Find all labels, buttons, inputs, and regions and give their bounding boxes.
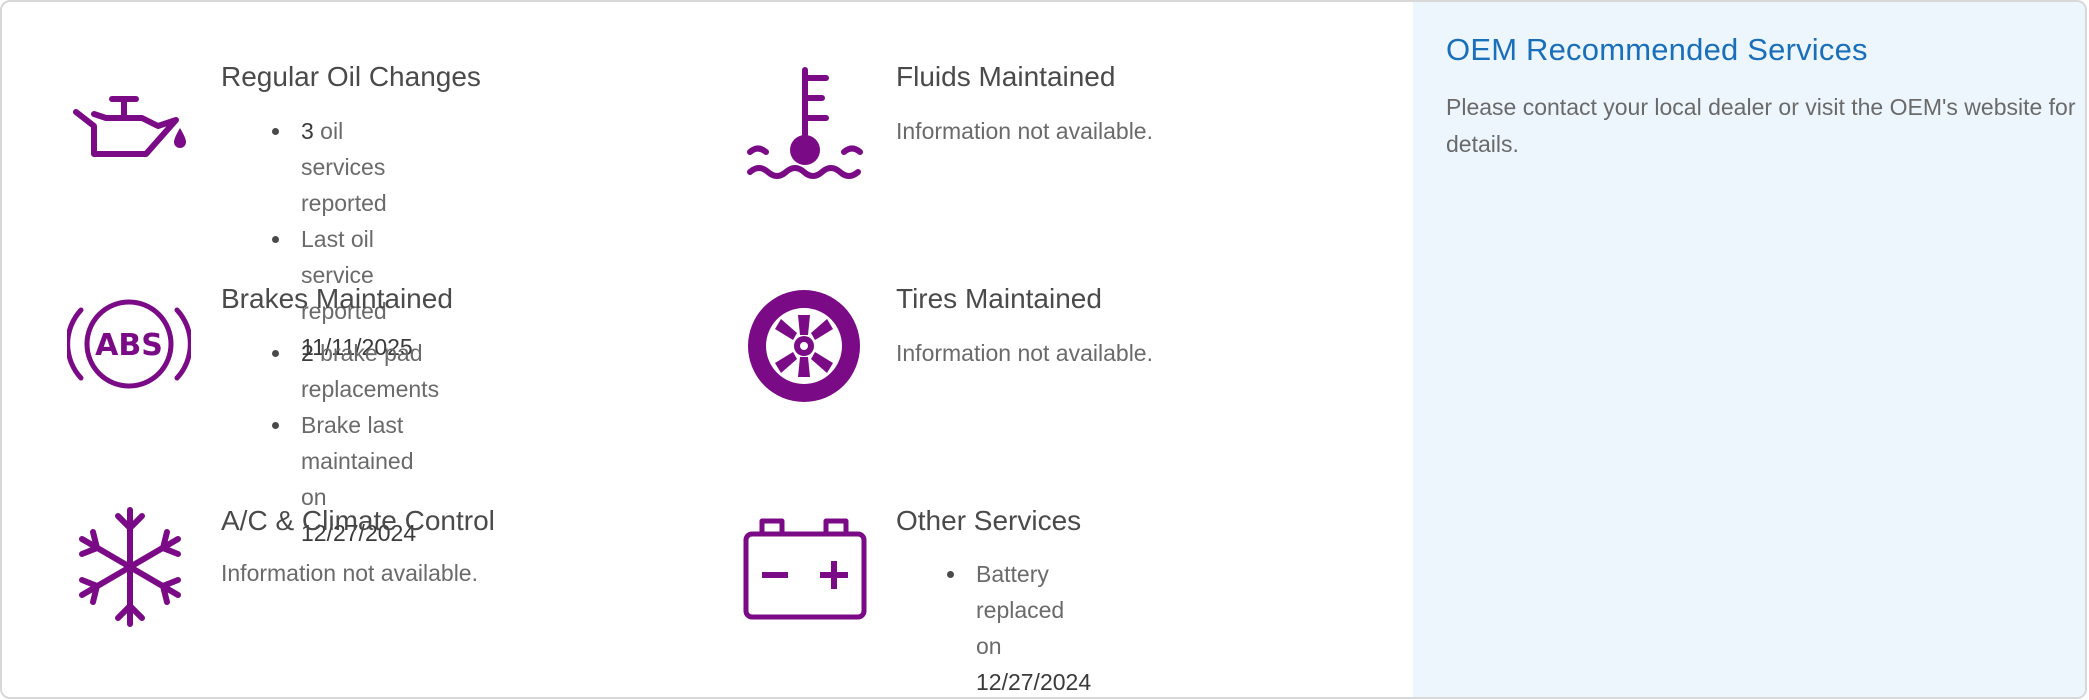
service-details-list: Battery replaced on 12/27/2024 [946, 556, 1092, 697]
svg-text:ABS: ABS [95, 328, 163, 363]
service-title: Regular Oil Changes [221, 61, 481, 92]
service-title: A/C & Climate Control [221, 505, 495, 536]
service-title: Fluids Maintained [896, 61, 1116, 92]
oil-can-icon [70, 94, 190, 166]
service-history-card: Regular Oil Changes 3 oil services repor… [0, 0, 2087, 699]
tire-icon [747, 289, 861, 403]
coolant-temperature-icon [746, 64, 864, 182]
brake-pad-count: 2 [301, 340, 314, 366]
list-item: 3 oil services reported [272, 113, 413, 221]
service-grid: Regular Oil Changes 3 oil services repor… [2, 2, 1412, 697]
oem-title: OEM Recommended Services [1446, 32, 1868, 67]
oem-text: Please contact your local dealer or visi… [1446, 94, 2076, 157]
service-status-text: Information not available. [896, 118, 1153, 144]
service-title: Other Services [896, 505, 1082, 536]
battery-label: Battery replaced on [976, 561, 1065, 659]
snowflake-icon [74, 506, 186, 628]
service-title: Brakes Maintained [221, 283, 453, 314]
brake-pad-label: brake pad replacements [301, 340, 440, 402]
battery-icon [742, 515, 868, 621]
list-item: 2 brake pad replacements [271, 335, 440, 407]
list-item: Battery replaced on 12/27/2024 [946, 556, 1092, 697]
oil-service-label: oil services reported [301, 118, 387, 216]
oem-panel: OEM Recommended Services Please contact … [1413, 2, 2085, 697]
service-details-list: 3 oil services reported Last oil service… [272, 113, 413, 365]
brake-last-label: Brake last maintained on [301, 412, 414, 510]
battery-date: 12/27/2024 [976, 669, 1092, 695]
service-status-text: Information not available. [896, 340, 1153, 366]
abs-icon: ABS [67, 292, 191, 396]
service-status-text: Information not available. [221, 560, 478, 586]
oil-service-count: 3 [301, 118, 314, 144]
service-title: Tires Maintained [896, 283, 1102, 314]
